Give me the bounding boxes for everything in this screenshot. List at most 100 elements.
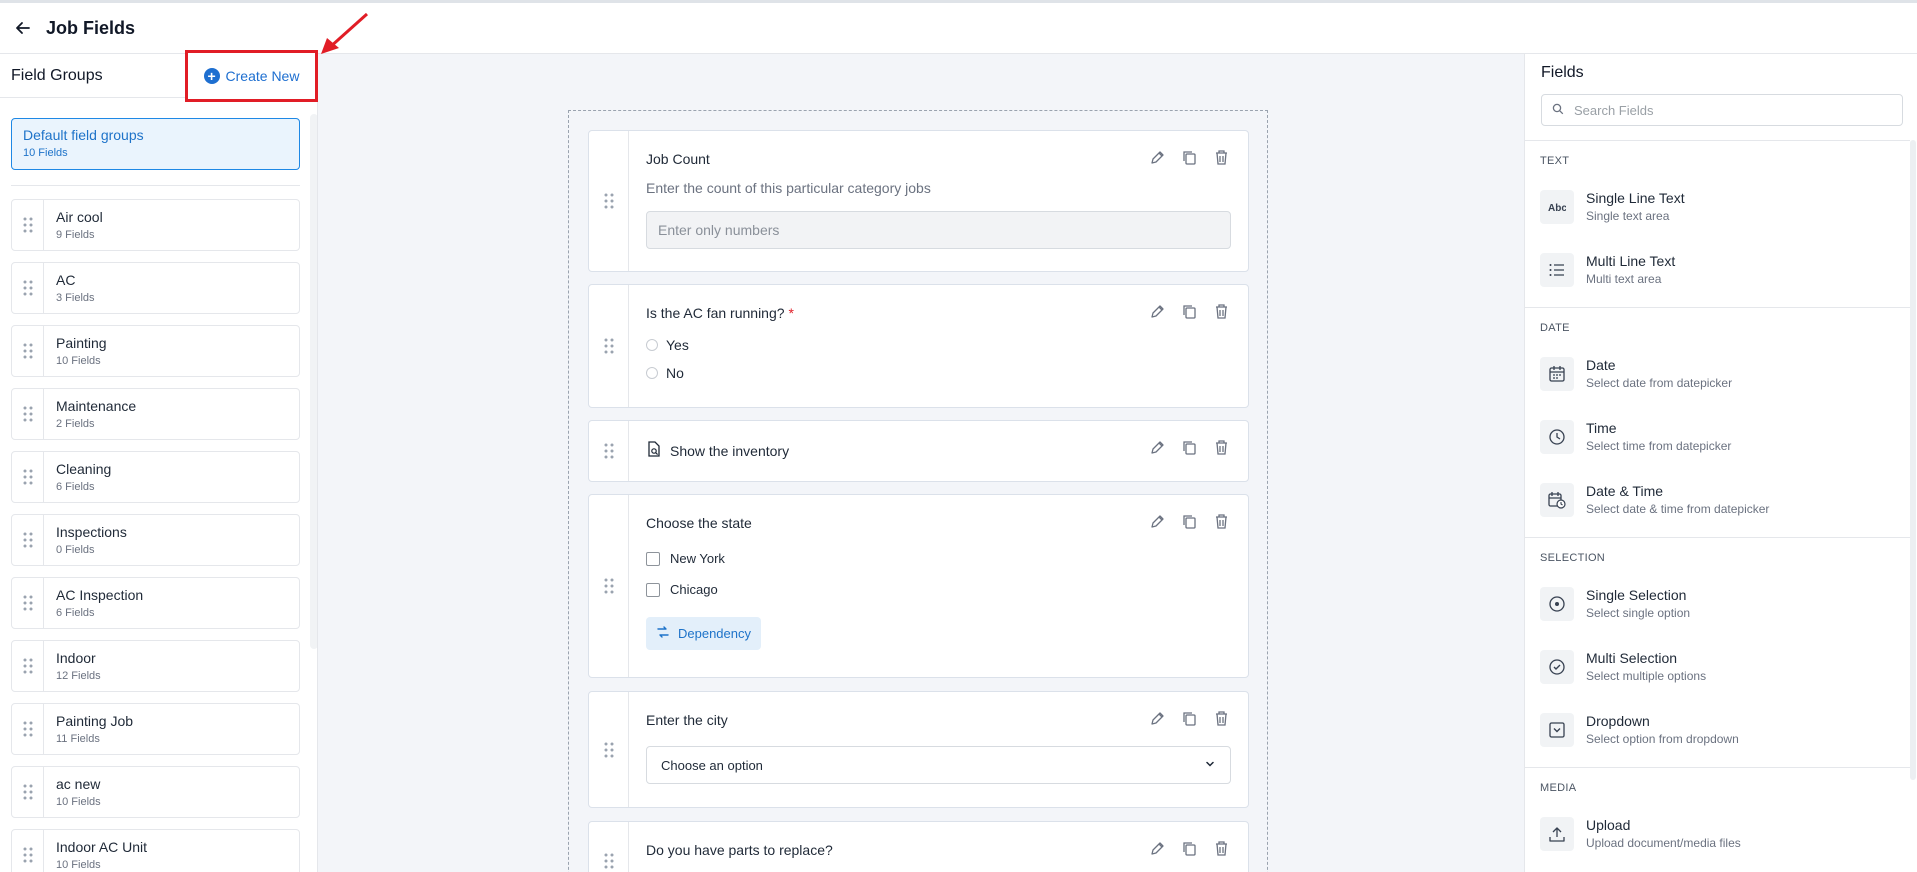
field-card-fan-running[interactable]: Is the AC fan running? * Yes No: [588, 284, 1249, 408]
copy-icon[interactable]: [1181, 710, 1198, 727]
checkbox-new-york[interactable]: New York: [646, 551, 1231, 566]
drag-handle-icon[interactable]: [589, 495, 629, 677]
delete-icon[interactable]: [1213, 303, 1230, 320]
edit-icon[interactable]: [1149, 840, 1166, 857]
group-count: 10 Fields: [23, 147, 68, 159]
page-title: Job Fields: [46, 17, 136, 38]
drag-handle-icon[interactable]: [12, 326, 44, 376]
drag-handle-icon[interactable]: [12, 200, 44, 250]
back-arrow-icon[interactable]: [12, 17, 34, 39]
field-card-state[interactable]: Choose the state New York Chicago Depend…: [588, 494, 1249, 678]
copy-icon[interactable]: [1181, 303, 1198, 320]
delete-icon[interactable]: [1213, 513, 1230, 530]
group-item[interactable]: Cleaning 6 Fields: [11, 451, 300, 503]
group-item[interactable]: AC 3 Fields: [11, 262, 300, 314]
number-input[interactable]: Enter only numbers: [646, 211, 1231, 249]
field-type-date[interactable]: Date Select date from datepicker: [1540, 342, 1910, 405]
field-type-time[interactable]: Time Select time from datepicker: [1540, 405, 1910, 468]
search-box[interactable]: [1541, 94, 1903, 126]
dependency-icon: [656, 625, 670, 642]
group-count: 9 Fields: [56, 229, 95, 241]
drag-handle-icon[interactable]: [589, 692, 629, 807]
field-card-city[interactable]: Enter the city Choose an option: [588, 691, 1249, 808]
group-name: Cleaning: [56, 461, 112, 477]
group-name: AC Inspection: [56, 587, 144, 603]
checkbox-icon[interactable]: [646, 582, 660, 597]
drag-handle-icon[interactable]: [12, 578, 44, 628]
city-dropdown[interactable]: Choose an option: [646, 746, 1231, 784]
field-type-single-line-text[interactable]: Abc Single Line Text Single text area: [1540, 175, 1910, 238]
drag-handle-icon[interactable]: [12, 452, 44, 502]
radio-circle-icon[interactable]: [646, 367, 658, 379]
create-new-button[interactable]: + Create New: [185, 50, 318, 102]
group-name: Indoor AC Unit: [56, 839, 148, 855]
edit-icon[interactable]: [1149, 710, 1166, 727]
copy-icon[interactable]: [1181, 513, 1198, 530]
group-item[interactable]: ac new 10 Fields: [11, 766, 300, 818]
field-type-date-time[interactable]: Date & Time Select date & time from datep…: [1540, 468, 1910, 531]
drag-handle-icon[interactable]: [12, 704, 44, 754]
delete-icon[interactable]: [1213, 439, 1230, 456]
field-type-desc: Upload document/media files: [1586, 836, 1741, 850]
group-item[interactable]: Maintenance 2 Fields: [11, 388, 300, 440]
delete-icon[interactable]: [1213, 149, 1230, 166]
search-input[interactable]: [1574, 102, 1874, 118]
dropdown-icon: [1540, 712, 1574, 747]
group-item[interactable]: Painting Job 11 Fields: [11, 703, 300, 755]
group-item[interactable]: Air cool 9 Fields: [11, 199, 300, 251]
group-count: 10 Fields: [56, 355, 101, 367]
drag-handle-icon[interactable]: [12, 389, 44, 439]
form-canvas: Job Count Enter the count of this partic…: [318, 54, 1524, 872]
group-item[interactable]: Indoor 12 Fields: [11, 640, 300, 692]
field-type-multi-line-text[interactable]: Multi Line Text Multi text area: [1540, 238, 1910, 301]
drag-handle-icon[interactable]: [12, 830, 44, 872]
group-item[interactable]: AC Inspection 6 Fields: [11, 577, 300, 629]
field-card-parts[interactable]: Do you have parts to replace?: [588, 821, 1249, 872]
default-field-group[interactable]: Default field groups 10 Fields: [11, 118, 300, 170]
drag-handle-icon[interactable]: [589, 822, 629, 872]
drag-handle-icon[interactable]: [589, 131, 629, 271]
edit-icon[interactable]: [1149, 303, 1166, 320]
field-type-upload[interactable]: Upload Upload document/media files: [1540, 802, 1910, 865]
checkbox-chicago[interactable]: Chicago: [646, 582, 1231, 597]
edit-icon[interactable]: [1149, 439, 1166, 456]
group-count: 10 Fields: [56, 796, 101, 808]
edit-icon[interactable]: [1149, 513, 1166, 530]
group-item[interactable]: Painting 10 Fields: [11, 325, 300, 377]
field-type-name: Single Selection: [1586, 587, 1687, 603]
drag-handle-icon[interactable]: [12, 263, 44, 313]
drag-handle-icon[interactable]: [589, 285, 629, 407]
section-selection: SELECTION Single Selection Select single …: [1525, 537, 1910, 767]
field-type-dropdown[interactable]: Dropdown Select option from dropdown: [1540, 698, 1910, 761]
dependency-button[interactable]: Dependency: [646, 617, 761, 650]
delete-icon[interactable]: [1213, 840, 1230, 857]
scrollbar[interactable]: [310, 114, 317, 649]
radio-option-yes[interactable]: Yes: [646, 337, 1231, 353]
scrollbar[interactable]: [1910, 140, 1916, 780]
abc-icon: Abc: [1540, 189, 1574, 224]
delete-icon[interactable]: [1213, 710, 1230, 727]
drag-handle-icon[interactable]: [12, 767, 44, 817]
radio-option-no[interactable]: No: [646, 365, 1231, 381]
chevron-down-icon: [1204, 758, 1216, 773]
drag-handle-icon[interactable]: [12, 641, 44, 691]
radio-icon: [1540, 586, 1574, 621]
field-type-single-selection[interactable]: Single Selection Select single option: [1540, 572, 1910, 635]
group-item[interactable]: Inspections 0 Fields: [11, 514, 300, 566]
group-item[interactable]: Indoor AC Unit 10 Fields: [11, 829, 300, 872]
field-card-job-count[interactable]: Job Count Enter the count of this partic…: [588, 130, 1249, 272]
field-card-inventory[interactable]: Show the inventory: [588, 420, 1249, 482]
drag-handle-icon[interactable]: [12, 515, 44, 565]
copy-icon[interactable]: [1181, 840, 1198, 857]
group-count: 6 Fields: [56, 607, 95, 619]
copy-icon[interactable]: [1181, 149, 1198, 166]
radio-circle-icon[interactable]: [646, 339, 658, 351]
field-type-multi-selection[interactable]: Multi Selection Select multiple options: [1540, 635, 1910, 698]
drag-handle-icon[interactable]: [589, 421, 629, 481]
group-name: Painting Job: [56, 713, 134, 729]
edit-icon[interactable]: [1149, 149, 1166, 166]
copy-icon[interactable]: [1181, 439, 1198, 456]
checkbox-icon[interactable]: [646, 551, 660, 566]
field-type-desc: Select time from datepicker: [1586, 439, 1732, 453]
field-type-desc: Multi text area: [1586, 272, 1662, 286]
